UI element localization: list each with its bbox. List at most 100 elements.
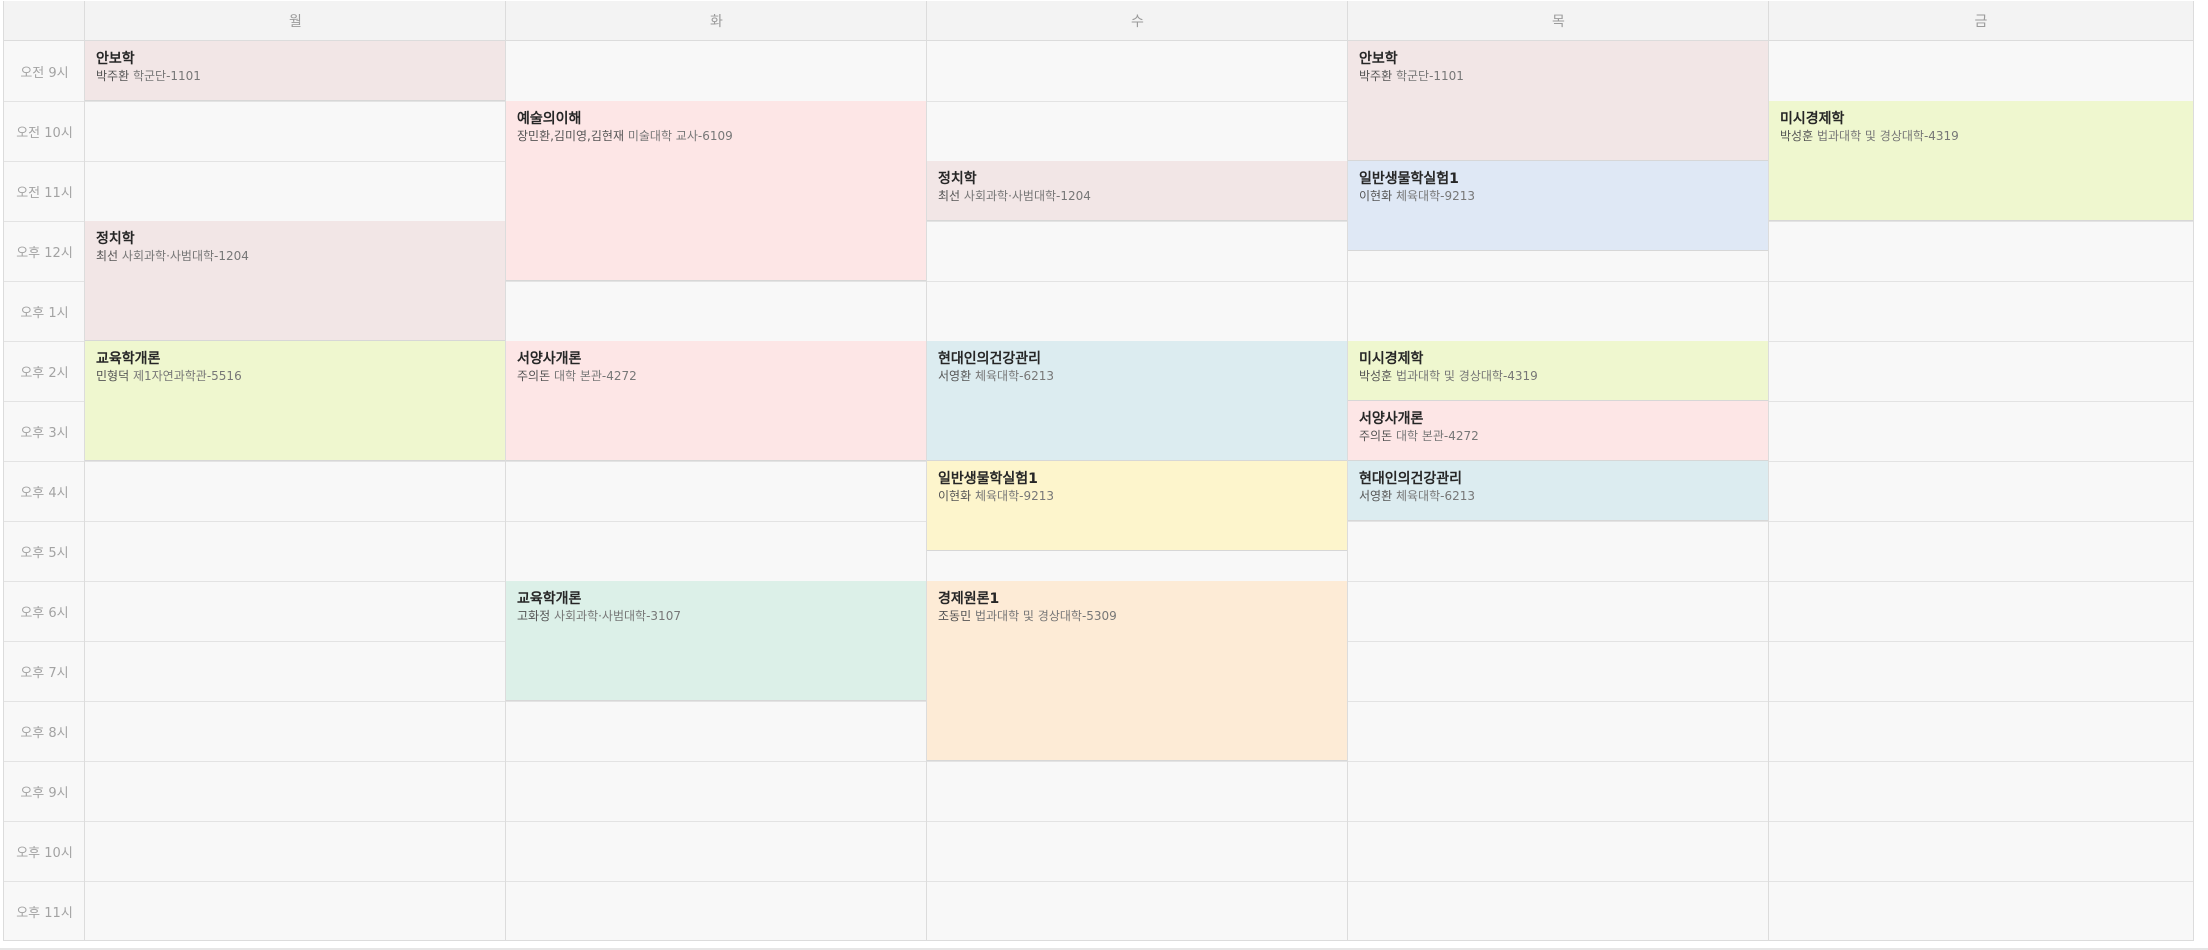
class-room: 사회과학·사범대학-1204 [963, 189, 1091, 203]
time-label: 오후 10시 [16, 845, 73, 861]
class-room: 사회과학·사범대학-1204 [121, 249, 249, 263]
class-info: 박주환 학군단-1101 [96, 68, 495, 84]
class-block[interactable]: 현대인의건강관리 서영환 체육대학-6213 [927, 341, 1348, 461]
column-divider [1347, 1, 1348, 940]
class-info: 이현화 체육대학-9213 [938, 488, 1337, 504]
time-label: 오전 11시 [16, 185, 73, 201]
class-title: 미시경제학 [1780, 111, 1845, 127]
time-label: 오후 8시 [20, 725, 69, 741]
class-professor: 서영환 [1359, 489, 1393, 503]
class-block[interactable]: 경제원론1 조동민 법과대학 및 경상대학-5309 [927, 581, 1348, 761]
class-room: 법과대학 및 경상대학-4319 [1395, 369, 1538, 383]
class-block[interactable]: 교육학개론 민형덕 제1자연과학관-5516 [85, 341, 506, 461]
class-room: 법과대학 및 경상대학-5309 [974, 609, 1117, 623]
class-title: 예술의이해 [517, 111, 582, 127]
day-header-fri: 금 [1769, 1, 2193, 41]
column-divider [505, 1, 506, 940]
class-block[interactable]: 서양사개론 주의돈 대학 본관-4272 [506, 341, 927, 461]
class-title: 교육학개론 [96, 351, 161, 367]
class-professor: 박성훈 [1780, 129, 1814, 143]
time-label: 오후 12시 [16, 245, 73, 261]
class-room: 미술대학 교사-6109 [627, 129, 733, 143]
class-room: 대학 본관-4272 [553, 369, 637, 383]
class-title: 미시경제학 [1359, 351, 1424, 367]
class-title: 일반생물학실험1 [938, 471, 1038, 487]
class-room: 제1자연과학관-5516 [132, 369, 242, 383]
class-info: 조동민 법과대학 및 경상대학-5309 [938, 608, 1337, 624]
row-divider [4, 881, 2193, 882]
row-divider [4, 821, 2193, 822]
time-label: 오후 9시 [20, 785, 69, 801]
class-info: 박성훈 법과대학 및 경상대학-4319 [1780, 128, 2182, 144]
class-room: 대학 본관-4272 [1395, 429, 1479, 443]
time-label: 오전 10시 [16, 125, 73, 141]
class-title: 서양사개론 [1359, 411, 1424, 427]
class-info: 서영환 체육대학-6213 [938, 368, 1337, 384]
class-info: 장민환,김미영,김현재 미술대학 교사-6109 [517, 128, 916, 144]
class-room: 사회과학·사범대학-3107 [553, 609, 681, 623]
class-info: 박주환 학군단-1101 [1359, 68, 1758, 84]
class-info: 민형덕 제1자연과학관-5516 [96, 368, 495, 384]
class-block[interactable]: 예술의이해 장민환,김미영,김현재 미술대학 교사-6109 [506, 101, 927, 281]
class-professor: 민형덕 [96, 369, 130, 383]
class-info: 이현화 체육대학-9213 [1359, 188, 1758, 204]
class-room: 학군단-1101 [1395, 69, 1464, 83]
class-block[interactable]: 안보학 박주환 학군단-1101 [85, 41, 506, 101]
class-block[interactable]: 미시경제학 박성훈 법과대학 및 경상대학-4319 [1348, 341, 1769, 401]
class-block[interactable]: 서양사개론 주의돈 대학 본관-4272 [1348, 401, 1769, 461]
time-label: 오후 1시 [20, 305, 69, 321]
class-room: 체육대학-9213 [1395, 189, 1475, 203]
class-block[interactable]: 현대인의건강관리 서영환 체육대학-6213 [1348, 461, 1769, 521]
class-professor: 서영환 [938, 369, 972, 383]
time-label: 오후 11시 [16, 905, 73, 921]
class-professor: 최선 [938, 189, 961, 203]
class-professor: 박성훈 [1359, 369, 1393, 383]
class-professor: 장민환,김미영,김현재 [517, 129, 624, 143]
class-title: 경제원론1 [938, 591, 1000, 607]
day-header-mon: 월 [85, 1, 506, 41]
class-info: 서영환 체육대학-6213 [1359, 488, 1758, 504]
day-header-thu: 목 [1348, 1, 1769, 41]
column-divider [84, 1, 85, 940]
class-professor: 주의돈 [517, 369, 551, 383]
class-block[interactable]: 일반생물학실험1 이현화 체육대학-9213 [927, 461, 1348, 551]
class-professor: 이현화 [1359, 189, 1393, 203]
class-room: 학군단-1101 [132, 69, 201, 83]
class-title: 일반생물학실험1 [1359, 171, 1459, 187]
day-header-tue: 화 [506, 1, 927, 41]
class-professor: 박주환 [1359, 69, 1393, 83]
time-label: 오후 5시 [20, 545, 69, 561]
class-professor: 최선 [96, 249, 119, 263]
timetable: 월 화 수 목 금 오전 9시 오전 10시 오전 11시 오후 12시 오후 … [3, 1, 2194, 941]
class-title: 안보학 [1359, 51, 1398, 67]
class-title: 서양사개론 [517, 351, 582, 367]
class-room: 체육대학-6213 [1395, 489, 1475, 503]
class-room: 법과대학 및 경상대학-4319 [1816, 129, 1959, 143]
class-info: 최선 사회과학·사범대학-1204 [96, 248, 495, 264]
class-title: 현대인의건강관리 [1359, 471, 1463, 487]
class-title: 정치학 [96, 231, 135, 247]
class-block[interactable]: 일반생물학실험1 이현화 체육대학-9213 [1348, 161, 1769, 251]
time-label: 오후 3시 [20, 425, 69, 441]
column-divider [926, 1, 927, 940]
time-label: 오후 7시 [20, 665, 69, 681]
class-title: 안보학 [96, 51, 135, 67]
class-block[interactable]: 정치학 최선 사회과학·사범대학-1204 [85, 221, 506, 341]
class-block[interactable]: 미시경제학 박성훈 법과대학 및 경상대학-4319 [1769, 101, 2193, 221]
class-title: 정치학 [938, 171, 977, 187]
class-info: 고화정 사회과학·사범대학-3107 [517, 608, 916, 624]
class-block[interactable]: 정치학 최선 사회과학·사범대학-1204 [927, 161, 1348, 221]
class-info: 주의돈 대학 본관-4272 [1359, 428, 1758, 444]
time-label: 오후 4시 [20, 485, 69, 501]
class-room: 체육대학-9213 [974, 489, 1054, 503]
class-block[interactable]: 안보학 박주환 학군단-1101 [1348, 41, 1769, 161]
column-divider [1768, 1, 1769, 940]
class-info: 박성훈 법과대학 및 경상대학-4319 [1359, 368, 1758, 384]
class-title: 교육학개론 [517, 591, 582, 607]
class-professor: 박주환 [96, 69, 130, 83]
time-label: 오후 2시 [20, 365, 69, 381]
row-divider [4, 761, 2193, 762]
class-block[interactable]: 교육학개론 고화정 사회과학·사범대학-3107 [506, 581, 927, 701]
class-info: 최선 사회과학·사범대학-1204 [938, 188, 1337, 204]
time-label: 오전 9시 [20, 65, 69, 81]
